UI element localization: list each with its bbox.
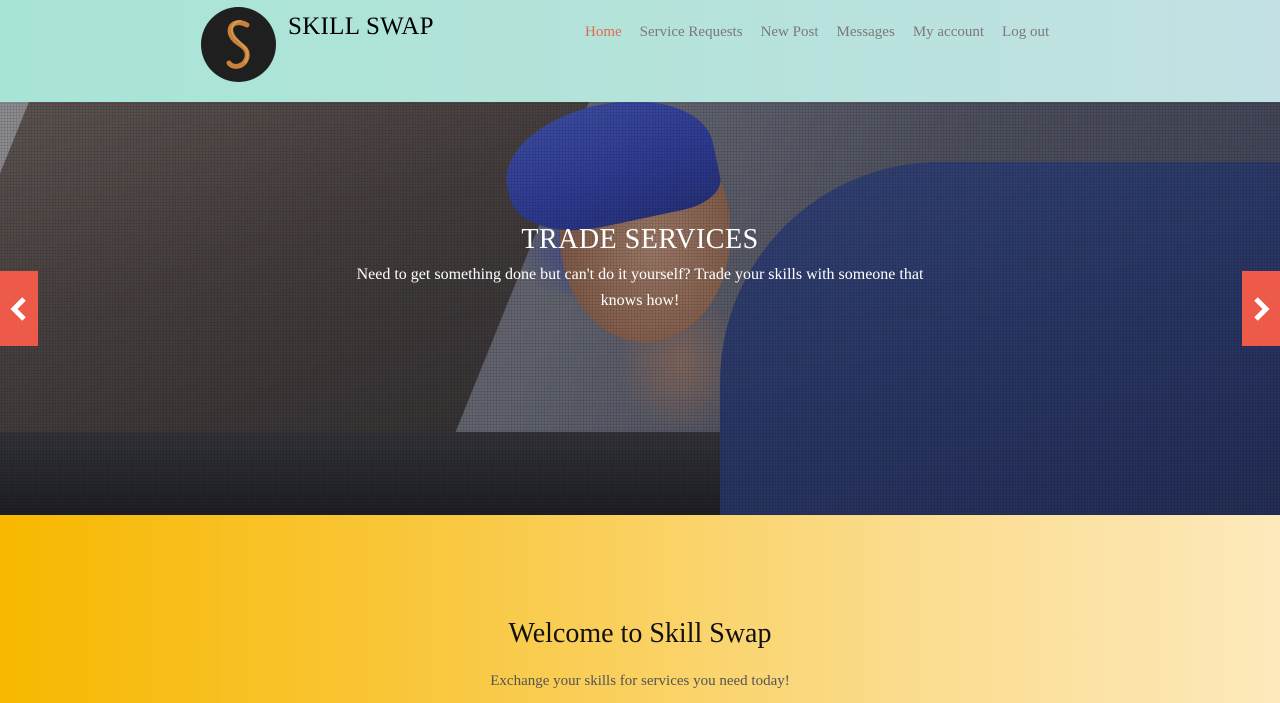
welcome-heading: Welcome to Skill Swap — [508, 618, 772, 649]
site-header: SKILL SWAP Home Service Requests New Pos… — [0, 0, 1280, 102]
hero-caption: Need to get something done but can't do … — [356, 266, 924, 309]
nav-my-account[interactable]: My account — [913, 22, 984, 42]
chevron-left-icon — [10, 296, 26, 321]
nav-service-requests[interactable]: Service Requests — [640, 22, 743, 42]
nav-new-post[interactable]: New Post — [761, 22, 819, 42]
s-monogram-icon — [226, 19, 250, 69]
carousel-prev-button[interactable] — [0, 271, 38, 346]
logo[interactable] — [201, 7, 276, 82]
hero-carousel: TRADE SERVICES Need to get something don… — [0, 102, 1280, 515]
main-nav: Home Service Requests New Post Messages … — [585, 22, 1067, 42]
nav-log-out[interactable]: Log out — [1002, 22, 1049, 42]
brand-title: SKILL SWAP — [288, 13, 434, 40]
welcome-subheading: Exchange your skills for services you ne… — [490, 673, 790, 689]
hero-title: TRADE SERVICES — [521, 224, 759, 255]
nav-home[interactable]: Home — [585, 22, 622, 42]
welcome-section: Welcome to Skill Swap Exchange your skil… — [0, 515, 1280, 703]
nav-messages[interactable]: Messages — [836, 22, 894, 42]
carousel-next-button[interactable] — [1242, 271, 1280, 346]
chevron-right-icon — [1254, 296, 1270, 321]
